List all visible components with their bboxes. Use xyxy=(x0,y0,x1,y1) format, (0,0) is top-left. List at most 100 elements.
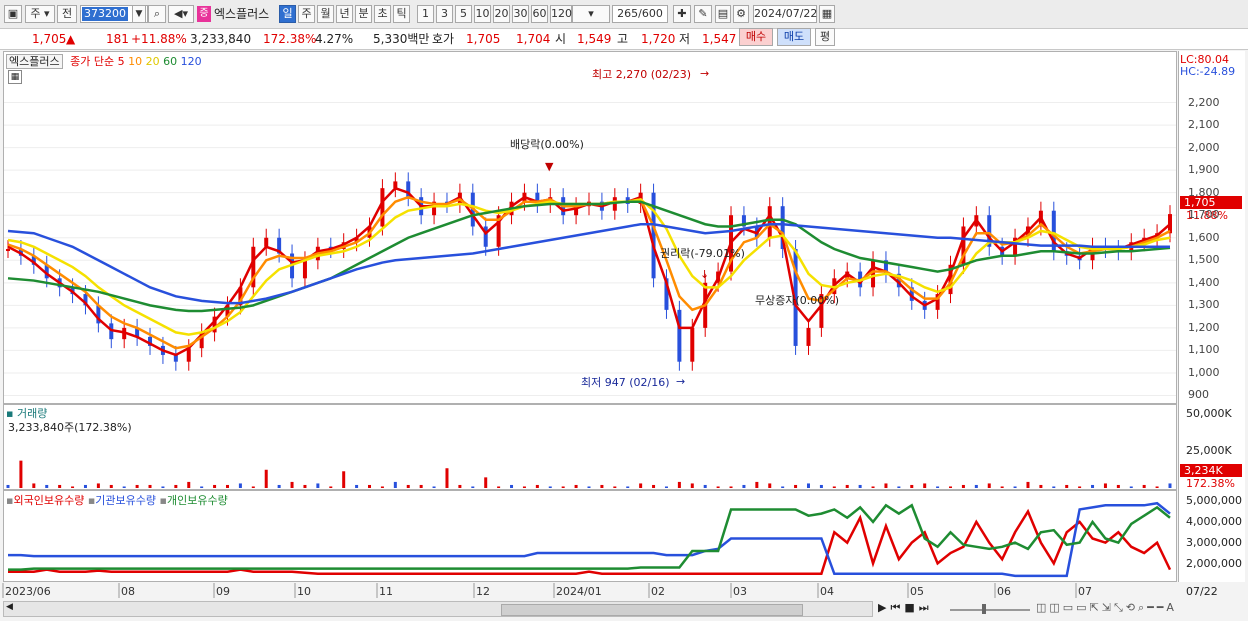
volume-bar xyxy=(639,483,643,488)
volume-bar xyxy=(1129,486,1133,488)
date-tick: 10 xyxy=(297,585,311,598)
volume-bar xyxy=(406,484,410,488)
volume-bar xyxy=(238,483,242,488)
scroll-thumb[interactable] xyxy=(501,604,803,616)
volume-bar xyxy=(71,486,75,488)
volume-bar xyxy=(652,484,656,488)
volume-bar xyxy=(858,484,862,488)
volume-bar xyxy=(1155,486,1159,488)
volume-bar xyxy=(755,481,759,488)
price-tick: 1,800 xyxy=(1188,185,1220,199)
date-tick: 04 xyxy=(820,585,834,598)
volume-bar xyxy=(277,484,281,488)
playback-controls[interactable]: ▶⏮■⏭ xyxy=(878,601,933,615)
volume-bar xyxy=(806,483,810,488)
volume-bar xyxy=(303,484,307,488)
volume-bar xyxy=(6,484,10,488)
date-tick: 11 xyxy=(379,585,393,598)
volume-current-pct: 172.38% xyxy=(1186,477,1235,490)
volume-bar xyxy=(19,460,23,488)
scroll-left-icon[interactable]: ◀ xyxy=(6,602,13,612)
volume-bar xyxy=(393,481,397,488)
price-tick: 2,200 xyxy=(1188,95,1220,109)
volume-bar xyxy=(600,484,604,488)
volume-bar xyxy=(949,486,953,488)
date-tick: 08 xyxy=(121,585,135,598)
volume-bar xyxy=(845,484,849,488)
date-tick: 09 xyxy=(216,585,230,598)
volume-bar xyxy=(613,486,617,488)
volume-bar xyxy=(471,486,475,488)
ma-line-20 xyxy=(7,198,1171,336)
volume-bar xyxy=(884,483,888,488)
holdings-scale-4m: 4,000,000 xyxy=(1186,515,1242,528)
volume-bar xyxy=(1026,481,1030,488)
horizontal-scrollbar[interactable]: ◀ xyxy=(3,601,873,617)
volume-bar xyxy=(484,477,488,488)
volume-bar xyxy=(174,484,178,488)
volume-bar xyxy=(587,486,591,488)
bonus-annotation: 무상증자(0.00%) xyxy=(755,294,840,307)
volume-bar xyxy=(768,483,772,488)
volume-bar xyxy=(316,483,320,488)
view-tools-icons[interactable]: ◫◫▭▭⇱⇲⤡⟲⌕━━A xyxy=(1036,601,1177,615)
volume-bar xyxy=(974,484,978,488)
volume-bar xyxy=(1078,486,1082,488)
holdings-line-individual xyxy=(8,503,1171,571)
zoom-slider[interactable] xyxy=(950,609,1030,611)
volume-bar xyxy=(561,486,565,488)
low-arrow-icon: → xyxy=(676,375,685,388)
candle-body xyxy=(6,249,10,252)
volume-bar xyxy=(1168,483,1172,488)
volume-bar xyxy=(329,486,333,488)
price-tick: 1,400 xyxy=(1188,275,1220,289)
volume-bar xyxy=(548,486,552,488)
volume-bar xyxy=(83,484,87,488)
volume-bar xyxy=(690,483,694,488)
high-annotation: 최고 2,270 (02/23) xyxy=(592,68,692,81)
price-tick: 1,700 xyxy=(1188,208,1220,222)
volume-bar xyxy=(729,486,733,488)
legend-ma-label: 종가 단순 xyxy=(70,55,115,68)
chart-canvas[interactable]: → → ▼ ↓ xyxy=(0,0,1248,621)
volume-bar xyxy=(910,484,914,488)
volume-bar xyxy=(135,484,139,488)
volume-bar xyxy=(794,484,798,488)
low-annotation: 최저 947 (02/16) xyxy=(581,376,670,389)
volume-bar xyxy=(742,484,746,488)
date-tick: 06 xyxy=(997,585,1011,598)
grid-toggle-icon[interactable]: ▦ xyxy=(8,70,22,84)
date-tick: 2023/06 xyxy=(5,585,51,598)
volume-bar xyxy=(716,486,720,488)
volume-bar xyxy=(1091,484,1095,488)
volume-bar xyxy=(1103,483,1107,488)
price-tick: 2,100 xyxy=(1188,118,1220,132)
date-tick: 2024/01 xyxy=(556,585,602,598)
volume-bar xyxy=(677,481,681,488)
volume-bar xyxy=(148,484,152,488)
legend-stock-name: 엑스플러스 xyxy=(6,54,63,69)
date-tick: 02 xyxy=(651,585,665,598)
legend-foreign: 외국인보유수량 xyxy=(13,494,85,507)
volume-bar xyxy=(419,484,423,488)
price-tick: 900 xyxy=(1188,388,1209,402)
volume-value-text: 3,233,840주(172.38%) xyxy=(8,421,132,434)
volume-bar xyxy=(187,481,191,488)
price-tick: 1,000 xyxy=(1188,365,1220,379)
holdings-legend: ▪외국인보유수량 ▪기관보유수량 ▪개인보유수량 xyxy=(6,494,228,507)
price-tick: 1,600 xyxy=(1188,230,1220,244)
volume-bar xyxy=(213,484,217,488)
volume-bar xyxy=(45,484,49,488)
volume-bar xyxy=(1039,484,1043,488)
volume-bar xyxy=(897,486,901,488)
zoom-slider-handle[interactable] xyxy=(982,604,986,614)
ma-line-60 xyxy=(7,200,1171,313)
legend-ma120: 120 xyxy=(180,55,202,68)
legend-ma10: 10 xyxy=(128,55,143,68)
volume-bar xyxy=(936,486,940,488)
volume-bar xyxy=(290,481,294,488)
volume-scale-mid: 25,000K xyxy=(1186,444,1232,457)
candle-body xyxy=(690,327,695,362)
volume-bar xyxy=(510,484,514,488)
volume-bar xyxy=(225,484,229,488)
